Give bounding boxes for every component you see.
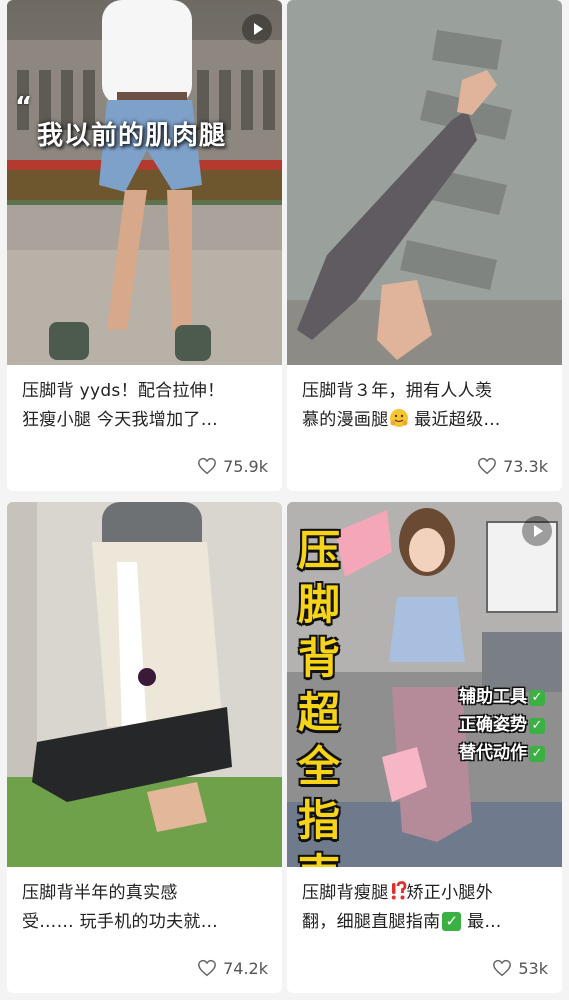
caption-line-1: 压脚背 yyds！配合拉伸！ (22, 381, 225, 401)
hugging-face-emoji-icon (389, 409, 408, 427)
feed-card-4[interactable]: 压 脚 背 超 全 指 南 辅助工具✓ 正确姿势✓ 替代动作✓ 压脚背瘦腿矫正小… (287, 502, 562, 993)
quote-mark: “ (15, 92, 33, 122)
title-char: 脚 (297, 580, 340, 629)
exclamation-question-icon (391, 881, 406, 900)
video-icon (522, 516, 552, 546)
thumbnail-image (7, 0, 282, 365)
card-thumbnail[interactable]: “ 我以前的肌肉腿 (7, 0, 282, 365)
card-thumbnail[interactable] (7, 502, 282, 867)
check-mark-icon: ✓ (529, 690, 545, 706)
thumbnail-image (287, 0, 562, 365)
tag-text: 正确姿势 (459, 715, 527, 735)
title-char: 南 (298, 850, 340, 867)
caption-text-end: 矫正小腿外 (406, 883, 493, 903)
like-count: 53k (518, 958, 548, 978)
heart-icon (198, 457, 217, 475)
video-icon (242, 14, 272, 44)
thumbnail-tag: 辅助工具 ✓ (459, 682, 545, 707)
caption-line-1: 压脚背３年，拥有人人羡 (302, 381, 493, 401)
caption-text-end: 最… (461, 912, 502, 932)
caption-line-2: 狂瘦小腿 今天我增加了… (22, 410, 219, 430)
like-button[interactable]: 74.2k (197, 957, 268, 979)
caption-text: 慕的漫画腿 (302, 410, 389, 430)
thumbnail-title: 压 脚 背 超 全 指 南 (295, 524, 343, 867)
title-char: 全 (297, 742, 340, 791)
heart-icon (478, 457, 497, 475)
title-char: 指 (297, 796, 340, 845)
caption-line-2: 慕的漫画腿 最近超级… (302, 406, 552, 435)
thumbnail-image (7, 502, 282, 867)
card-caption[interactable]: 压脚背３年，拥有人人羡 慕的漫画腿 最近超级… (302, 377, 552, 435)
feed-card-1[interactable]: “ 我以前的肌肉腿 压脚背 yyds！配合拉伸！ 狂瘦小腿 今天我增加了… 75… (7, 0, 282, 491)
title-char: 背 (297, 634, 340, 683)
thumbnail-overlay-text: 我以前的肌肉腿 (37, 121, 227, 151)
feed-card-3[interactable]: 压脚背半年的真实感 受…… 玩手机的功夫就… 74.2k (7, 502, 282, 993)
title-char: 压 (297, 526, 340, 575)
caption-text-end: 最近超级… (408, 410, 501, 430)
like-count: 75.9k (223, 456, 268, 476)
tag-text: 辅助工具 (459, 687, 527, 707)
heart-icon (198, 959, 217, 977)
check-mark-icon: ✓ (529, 746, 545, 762)
caption-text: 翻，细腿直腿指南 (302, 912, 441, 932)
card-caption[interactable]: 压脚背半年的真实感 受…… 玩手机的功夫就… (22, 879, 272, 937)
like-count: 74.2k (223, 958, 268, 978)
like-count: 73.3k (503, 456, 548, 476)
thumbnail-tag: 正确姿势 ✓ (459, 710, 545, 735)
tag-text: 替代动作 (459, 743, 527, 763)
check-mark-icon: ✓ (442, 912, 462, 931)
card-thumbnail[interactable]: 压 脚 背 超 全 指 南 辅助工具✓ 正确姿势✓ 替代动作✓ (287, 502, 562, 867)
card-caption[interactable]: 压脚背瘦腿 矫正小腿外 翻，细腿直腿指南 ✓ 最… (302, 879, 552, 937)
like-button[interactable]: 53k (492, 957, 548, 979)
caption-line-2: 翻，细腿直腿指南 ✓ 最… (302, 908, 552, 937)
like-button[interactable]: 75.9k (197, 455, 268, 477)
caption-line-1: 压脚背瘦腿 矫正小腿外 (302, 879, 552, 908)
card-thumbnail[interactable] (287, 0, 562, 365)
card-caption[interactable]: 压脚背 yyds！配合拉伸！ 狂瘦小腿 今天我增加了… (22, 377, 272, 435)
title-char: 超 (297, 688, 340, 737)
like-button[interactable]: 73.3k (477, 455, 548, 477)
check-mark-icon: ✓ (529, 718, 545, 734)
caption-line-2: 受…… 玩手机的功夫就… (22, 912, 219, 932)
feed-card-2[interactable]: 压脚背３年，拥有人人羡 慕的漫画腿 最近超级… 73.3k (287, 0, 562, 491)
heart-icon (493, 959, 512, 977)
caption-text: 压脚背瘦腿 (302, 883, 389, 903)
caption-line-1: 压脚背半年的真实感 (22, 883, 178, 903)
thumbnail-tag: 替代动作 ✓ (459, 738, 545, 763)
